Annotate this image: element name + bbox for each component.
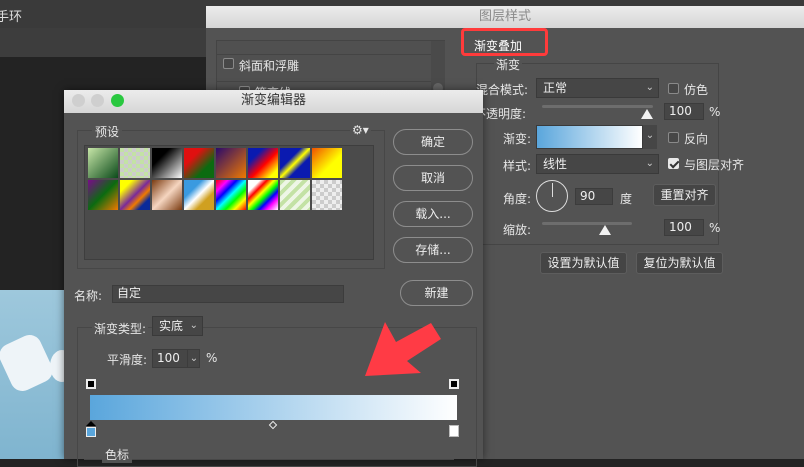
stops-divider xyxy=(84,459,454,460)
arrow-shape xyxy=(365,322,441,376)
red-arrow-annotation xyxy=(365,322,441,376)
